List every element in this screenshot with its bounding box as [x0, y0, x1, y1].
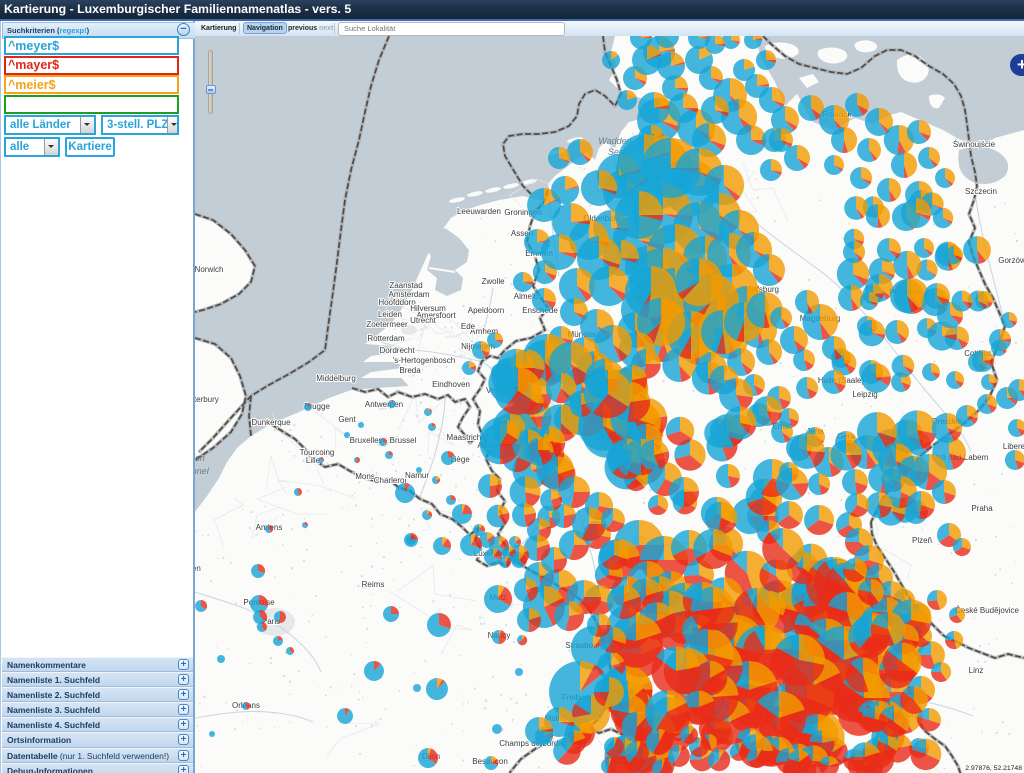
city-label: Ede [461, 322, 476, 331]
accordion-item[interactable]: Ortsinformation + [2, 732, 193, 747]
city-label: Dordrecht [379, 346, 415, 355]
accordion-item[interactable]: Namenliste 1. Suchfeld + [2, 672, 193, 687]
city-label: Canterbury [195, 395, 219, 404]
mouse-coordinates: 2.97876, 52.21748 [965, 765, 1022, 772]
map-toolbar-title: Kartierung [201, 23, 236, 35]
expand-icon[interactable]: + [178, 750, 189, 761]
search-field-2[interactable] [4, 56, 179, 75]
city-label: Dunkerque [251, 418, 291, 427]
accordion-item[interactable]: Namenliste 2. Suchfeld + [2, 687, 193, 702]
city-label: Świnoujście [953, 140, 996, 149]
city-label: Middelburg [316, 374, 356, 383]
city-label: 's-Hertogenbosch [393, 356, 455, 365]
alle-select-value: alle [10, 139, 29, 155]
zoom-slider[interactable] [208, 50, 213, 114]
expand-icon[interactable]: + [178, 659, 189, 670]
locality-search-input[interactable] [338, 22, 565, 36]
accordion-item[interactable]: Namenliste 4. Suchfeld + [2, 717, 193, 732]
accordion-item-label: Ortsinformation [7, 735, 71, 745]
expand-icon[interactable]: + [178, 704, 189, 715]
zoom-slider-handle[interactable] [206, 85, 216, 94]
city-label: Gent [338, 415, 356, 424]
accordion-item-label: Namenliste 2. Suchfeld [7, 690, 100, 700]
alle-select[interactable]: alle [4, 137, 60, 157]
city-label: Szczecin [965, 187, 997, 196]
toolbar-separator [334, 23, 335, 34]
dropdown-arrow-icon [167, 117, 177, 133]
expand-icon[interactable]: + [178, 719, 189, 730]
city-label: Zaanstad [389, 281, 422, 290]
accordion-item[interactable]: Datentabelle (nur 1. Suchfeld verwenden!… [2, 748, 193, 763]
collapse-panel-button[interactable]: − [177, 23, 190, 36]
city-label: Zwolle [481, 277, 505, 286]
dropdown-arrow-icon [44, 139, 58, 155]
city-label: Utrecht [410, 316, 437, 325]
city-label: Leeuwarden [457, 207, 501, 216]
plz-select[interactable]: 3-stell. PLZ [101, 115, 179, 135]
city-label: Leiden [378, 310, 402, 319]
sidebar: Suchkriterien (regexp!) − alle Länder 3-… [0, 21, 195, 773]
city-label: Rotterdam [367, 334, 405, 343]
accordion-item-label: Debug-Informationen [7, 766, 93, 773]
previous-button[interactable]: previous [288, 23, 317, 35]
search-panel-title: Suchkriterien [7, 26, 55, 35]
app: Kartierung - Luxemburgischer Familiennam… [0, 0, 1024, 773]
accordion-item[interactable]: Debug-Informationen + [2, 763, 193, 773]
plz-select-value: 3-stell. PLZ [107, 117, 168, 133]
navigation-button[interactable]: Navigation [243, 22, 287, 34]
accordion-item[interactable]: Namenkommentare + [2, 657, 193, 672]
accordion-item[interactable]: Namenliste 3. Suchfeld + [2, 702, 193, 717]
accordion-item-label: Datentabelle [7, 751, 58, 761]
city-label: Eindhoven [432, 380, 470, 389]
search-field-4[interactable] [4, 95, 179, 114]
city-label: Rouen [195, 564, 201, 573]
country-select-value: alle Länder [10, 117, 71, 133]
search-field-1[interactable] [4, 36, 179, 55]
regexp-hint: regexp! [60, 26, 87, 35]
dropdown-arrow-icon [80, 117, 94, 133]
expand-icon[interactable]: + [178, 765, 189, 773]
city-label: Mons [355, 472, 375, 481]
expand-icon[interactable]: + [178, 734, 189, 745]
city-label: Plzeň [912, 536, 932, 545]
accordion-item-label: Namenkommentare [7, 660, 86, 670]
city-label: Linz [969, 666, 984, 675]
city-label: Norwich [195, 265, 223, 274]
map-svg: WaddenSeaEnglishChannelNorwichCanterbury… [195, 36, 1024, 773]
city-label: Praha [971, 504, 993, 513]
map-toolbar: Kartierung Navigation previous next [195, 21, 1024, 36]
kartiere-button[interactable]: Kartiere [65, 137, 115, 157]
accordion-item-label: Namenliste 4. Suchfeld [7, 720, 100, 730]
window-title: Kartierung - Luxemburgischer Familiennam… [0, 0, 1024, 19]
accordion-item-label: Namenliste 3. Suchfeld [7, 705, 100, 715]
sea-label: English [195, 453, 205, 463]
toolbar-separator [239, 23, 240, 34]
sea-label: Channel [195, 466, 210, 476]
accordion-item-label: Namenliste 1. Suchfeld [7, 675, 100, 685]
accordion-item-note: (nur 1. Suchfeld verwenden!) [58, 751, 170, 761]
city-label: Zoetermeer [366, 320, 408, 329]
city-label: Breda [399, 366, 421, 375]
map-canvas[interactable]: WaddenSeaEnglishChannelNorwichCanterbury… [195, 36, 1024, 773]
next-button[interactable]: next [319, 23, 333, 35]
city-label: Apeldoorn [468, 306, 504, 315]
city-label: Reims [362, 580, 385, 589]
accordion: Namenkommentare+Namenliste 1. Suchfeld+N… [2, 657, 193, 773]
search-field-3[interactable] [4, 75, 179, 94]
expand-icon[interactable]: + [178, 689, 189, 700]
expand-icon[interactable]: + [178, 674, 189, 685]
city-label: Gorzów [998, 256, 1024, 265]
country-select[interactable]: alle Länder [4, 115, 96, 135]
city-label: Antwerpen [365, 400, 403, 409]
city-label: Liberec [1003, 442, 1024, 451]
